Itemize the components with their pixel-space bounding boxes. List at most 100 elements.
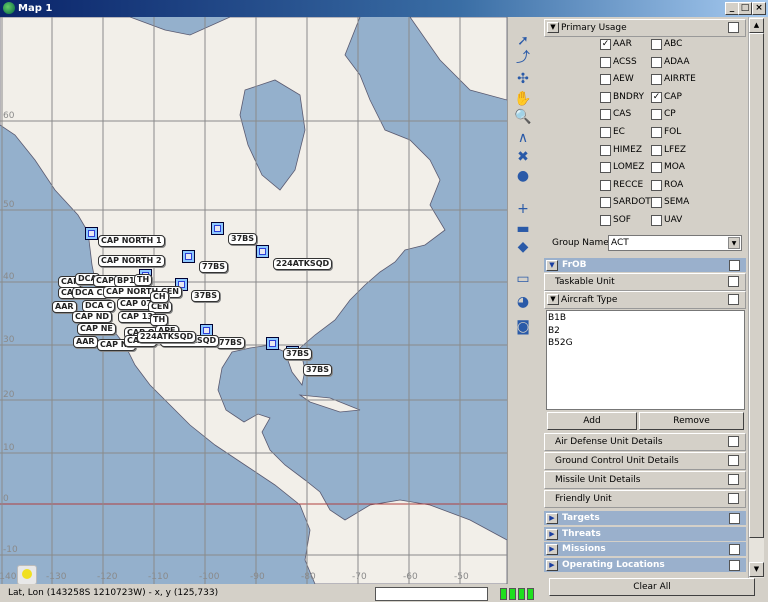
detail-row[interactable]: Missile Unit Details: [544, 471, 746, 489]
expand-arrow-icon[interactable]: ▶: [546, 544, 558, 555]
usage-checkbox-himez[interactable]: [600, 144, 611, 156]
scroll-thumb[interactable]: [749, 33, 764, 538]
detail-row[interactable]: Air Defense Unit Details: [544, 433, 746, 451]
unit-label[interactable]: CAP ND: [72, 311, 113, 323]
aircraft-type-header[interactable]: ▼ Aircraft Type: [544, 291, 746, 309]
unit-label[interactable]: 224ATKSQD: [137, 331, 197, 343]
tag-icon[interactable]: ▭: [512, 270, 534, 288]
unit-label[interactable]: CH: [150, 291, 169, 303]
unit-label[interactable]: CAP NE: [77, 323, 116, 335]
clear-all-button[interactable]: Clear All: [549, 578, 755, 596]
measure-icon[interactable]: ∧: [512, 129, 534, 147]
add-area-icon[interactable]: ◆: [512, 238, 534, 256]
select-route-icon[interactable]: ⤴: [512, 49, 534, 67]
detail-checkbox[interactable]: [728, 455, 739, 466]
unit-label[interactable]: TH: [134, 274, 153, 286]
scroll-down-arrow-icon[interactable]: ▼: [749, 562, 764, 577]
collapse-arrow-icon[interactable]: ▼: [546, 260, 558, 271]
frob-header[interactable]: ▼ FrOB: [544, 258, 746, 273]
usage-checkbox-aar[interactable]: ✓: [600, 39, 611, 50]
expand-arrow-icon[interactable]: ▶: [546, 559, 558, 571]
usage-checkbox-acss[interactable]: [600, 56, 611, 68]
taskable-unit-checkbox[interactable]: [728, 276, 739, 287]
detail-row[interactable]: Ground Control Unit Details: [544, 452, 746, 470]
chevron-down-icon[interactable]: ▼: [728, 237, 740, 249]
collapse-arrow-icon[interactable]: ▼: [547, 22, 559, 33]
aircraft-type-checkbox[interactable]: [728, 294, 739, 305]
unit-label[interactable]: 37BS: [303, 364, 332, 376]
close-button[interactable]: ×: [752, 2, 766, 15]
usage-checkbox-fol[interactable]: [651, 127, 662, 138]
unit-label[interactable]: 224ATKSQD: [273, 258, 333, 270]
highlight-icon[interactable]: ●: [512, 167, 534, 185]
unit-marker[interactable]: [266, 337, 279, 350]
section-header[interactable]: ▶ Threats: [544, 526, 746, 542]
unit-label[interactable]: 77BS: [216, 337, 245, 349]
unit-label[interactable]: AAR: [73, 336, 98, 348]
usage-checkbox-airrte[interactable]: [651, 74, 662, 86]
unit-label[interactable]: 37BS: [228, 233, 257, 245]
globe-lock-icon[interactable]: ◙: [512, 318, 534, 336]
pan-hand-icon[interactable]: ✋: [512, 90, 534, 108]
map-canvas[interactable]: 60 50 40 30 20 10 0 -10 -140 -130 -120 -110 -100 -90 -…: [0, 17, 507, 584]
unit-label[interactable]: 37BS: [283, 348, 312, 360]
detail-row[interactable]: Friendly Unit: [544, 490, 746, 508]
map-pin-button[interactable]: [17, 565, 37, 584]
usage-checkbox-uav[interactable]: [651, 215, 662, 226]
add-line-icon[interactable]: ▬: [512, 220, 534, 238]
usage-checkbox-cp[interactable]: [651, 109, 662, 121]
maximize-button[interactable]: □: [738, 2, 752, 15]
usage-checkbox-aew[interactable]: [600, 74, 611, 86]
usage-checkbox-sof[interactable]: [600, 215, 611, 226]
select-arrow-icon[interactable]: ➚: [512, 32, 534, 50]
add-button[interactable]: Add: [547, 412, 637, 430]
primary-usage-header[interactable]: ▼ Primary Usage: [544, 19, 746, 37]
zoom-icon[interactable]: 🔍: [512, 108, 534, 126]
usage-checkbox-cas[interactable]: [600, 109, 611, 121]
section-header[interactable]: ▶ Missions: [544, 542, 746, 557]
detail-checkbox[interactable]: [728, 474, 739, 485]
usage-checkbox-bndry[interactable]: [600, 91, 611, 103]
list-item[interactable]: B52G: [548, 337, 743, 350]
list-item[interactable]: B2: [548, 325, 743, 338]
expand-arrow-icon[interactable]: ▶: [546, 513, 558, 524]
list-item[interactable]: B1B: [548, 312, 743, 325]
usage-checkbox-recce[interactable]: [600, 179, 611, 191]
usage-checkbox-roa[interactable]: [651, 179, 662, 191]
compass-icon[interactable]: ✣: [512, 70, 534, 88]
frob-checkbox[interactable]: [729, 260, 740, 271]
detail-checkbox[interactable]: [728, 493, 739, 504]
usage-checkbox-lfez[interactable]: [651, 144, 662, 156]
usage-checkbox-cap[interactable]: ✓: [651, 91, 662, 103]
status-input[interactable]: [375, 587, 488, 601]
unit-marker[interactable]: [182, 250, 195, 263]
usage-checkbox-sardot[interactable]: [600, 197, 611, 209]
usage-checkbox-lomez[interactable]: [600, 162, 611, 174]
aircraft-list[interactable]: B1B B2 B52G: [546, 310, 745, 410]
detail-checkbox[interactable]: [728, 436, 739, 447]
expand-arrow-icon[interactable]: ▶: [546, 528, 558, 540]
section-checkbox[interactable]: [729, 544, 740, 555]
panel-scrollbar[interactable]: ▲ ▼: [748, 17, 764, 578]
unit-marker[interactable]: [256, 245, 269, 258]
unit-marker[interactable]: [211, 222, 224, 235]
usage-checkbox-abc[interactable]: [651, 39, 662, 50]
remove-button[interactable]: Remove: [639, 412, 744, 430]
usage-checkbox-sema[interactable]: [651, 197, 662, 209]
usage-checkbox-adaa[interactable]: [651, 56, 662, 68]
unit-label[interactable]: CAP NORTH 1: [98, 235, 165, 247]
unit-label[interactable]: CAP NORTH 2: [98, 255, 165, 267]
usage-checkbox-ec[interactable]: [600, 127, 611, 138]
section-checkbox[interactable]: [729, 513, 740, 524]
primary-usage-checkbox[interactable]: [728, 22, 739, 33]
unit-marker[interactable]: [85, 227, 98, 240]
section-header[interactable]: ▶ Operating Locations: [544, 557, 746, 573]
taskable-unit-row[interactable]: Taskable Unit: [544, 273, 746, 291]
scroll-up-arrow-icon[interactable]: ▲: [749, 18, 764, 33]
unit-label[interactable]: 37BS: [191, 290, 220, 302]
section-checkbox[interactable]: [729, 559, 740, 571]
group-name-select[interactable]: ACT ▼: [608, 235, 742, 251]
minimize-button[interactable]: _: [725, 2, 739, 15]
delete-icon[interactable]: ✖: [512, 148, 534, 166]
usage-checkbox-moa[interactable]: [651, 162, 662, 174]
